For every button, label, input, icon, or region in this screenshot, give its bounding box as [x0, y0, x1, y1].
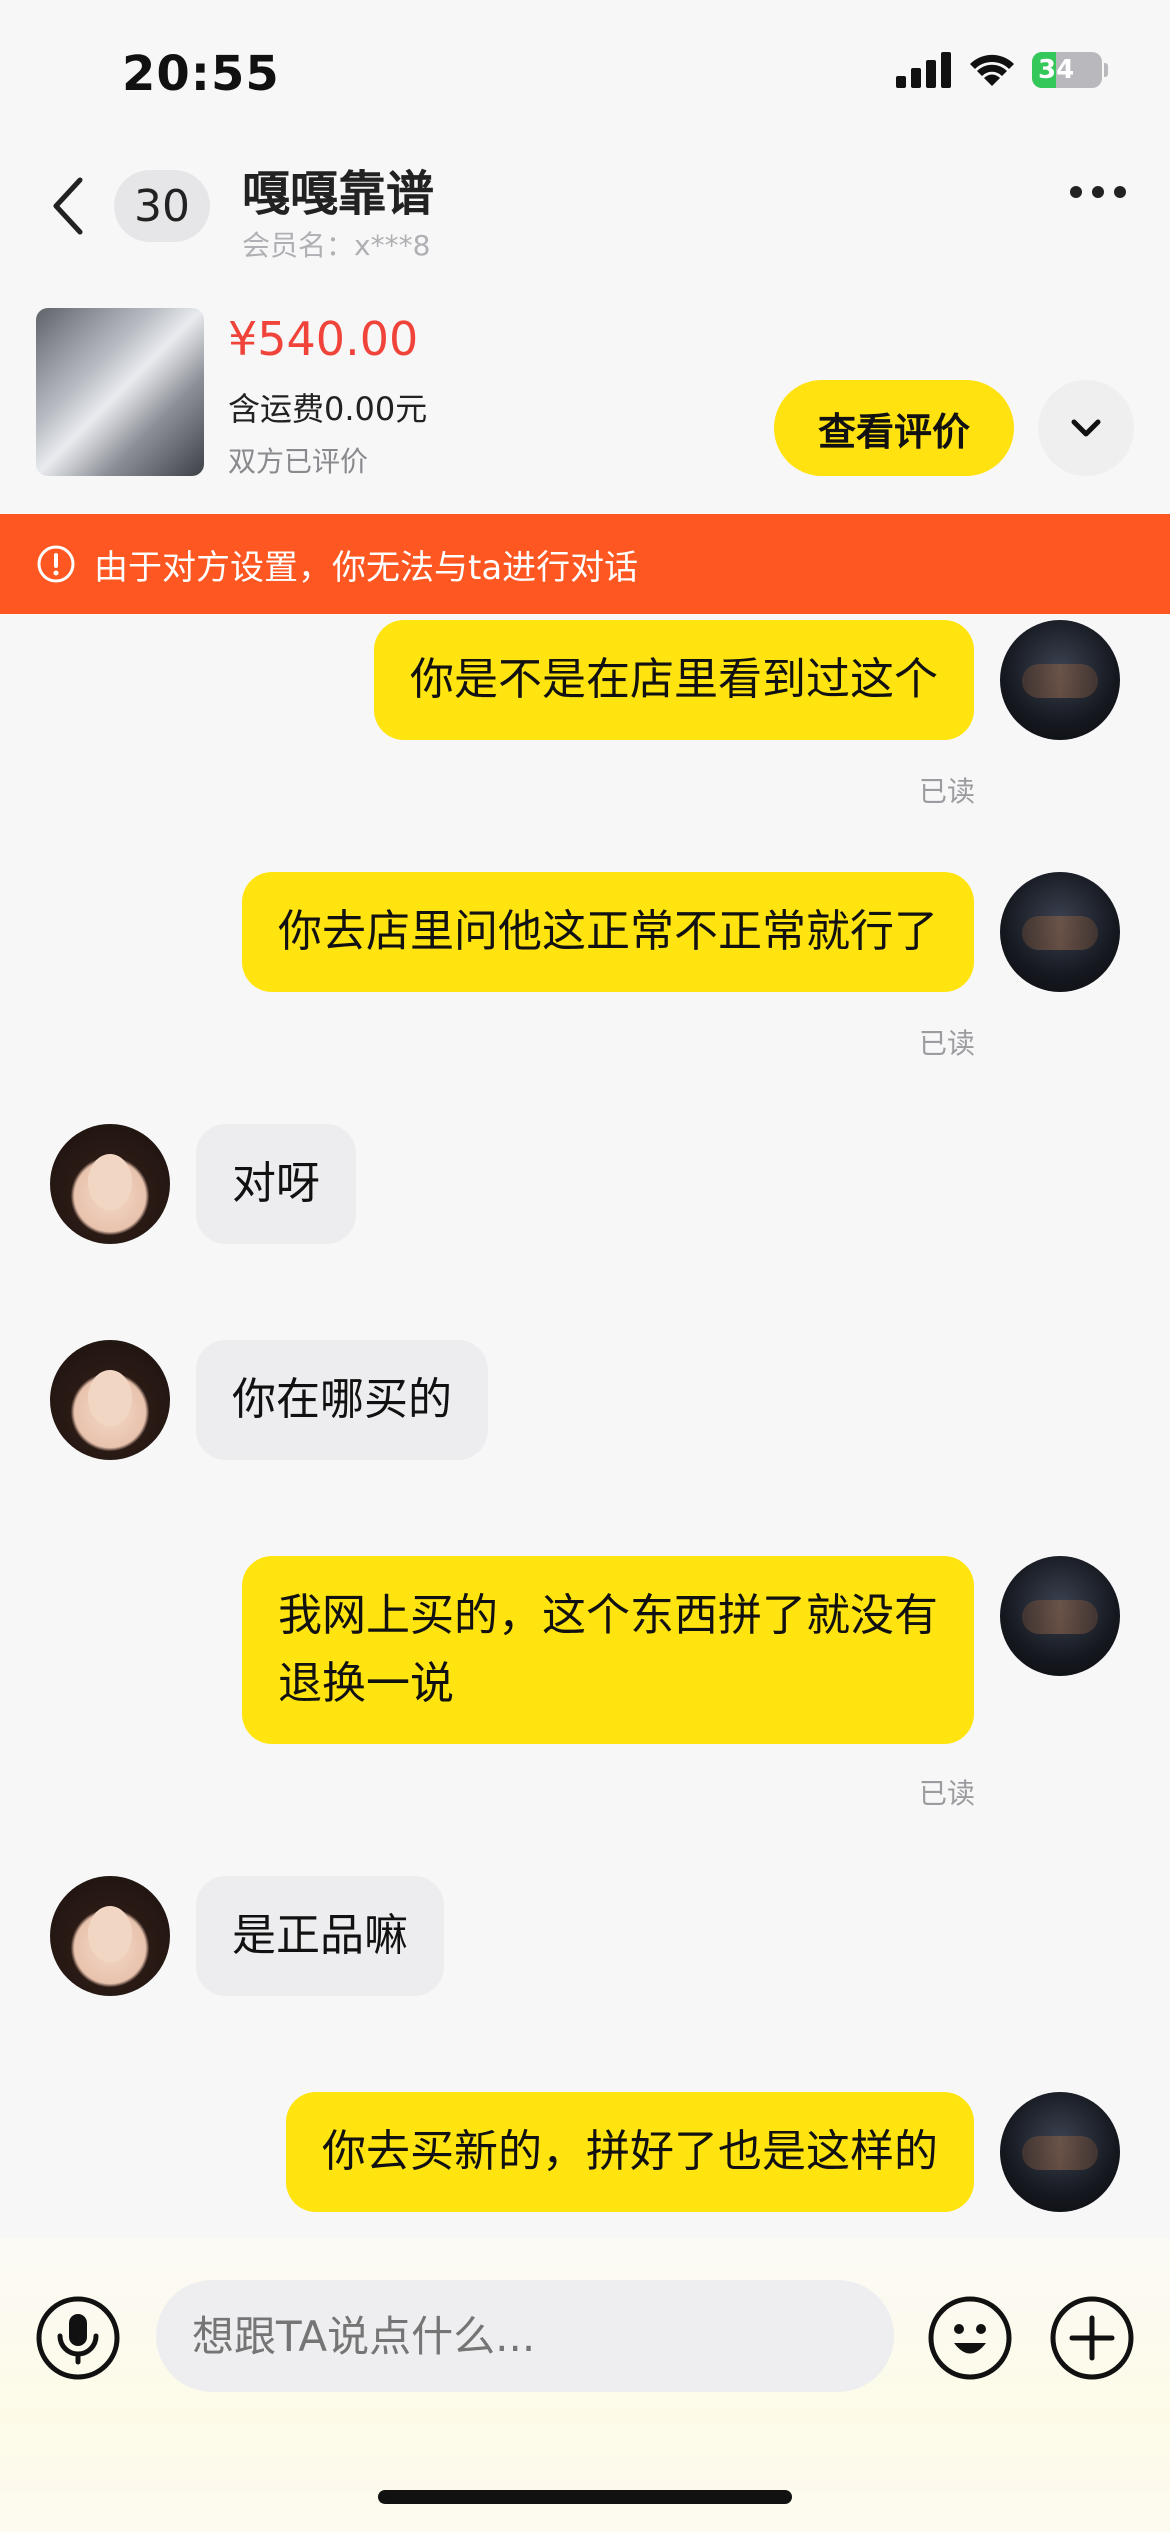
unread-count-badge[interactable]: 30: [114, 170, 210, 242]
notice-text: 由于对方设置，你无法与ta进行对话: [94, 547, 639, 588]
message-sent: 你去买新的，拼好了也是这样的: [286, 2092, 1120, 2212]
contact-avatar[interactable]: [50, 1340, 170, 1460]
message-received: 对呀: [50, 1124, 356, 1244]
expand-button[interactable]: [1038, 380, 1134, 476]
battery-icon: 34: [1032, 52, 1102, 88]
status-icons: 34: [896, 52, 1108, 88]
message-bubble[interactable]: 对呀: [196, 1124, 356, 1244]
message-sent: 你去店里问他这正常不正常就行了: [242, 872, 1120, 992]
contact-avatar[interactable]: [50, 1876, 170, 1996]
read-receipt: 已读: [918, 1027, 975, 1060]
plus-icon[interactable]: [1050, 2296, 1134, 2380]
shipping-fee: 含运费0.00元: [228, 390, 428, 428]
notice-banner: 由于对方设置，你无法与ta进行对话: [0, 514, 1170, 614]
my-avatar[interactable]: [1000, 620, 1120, 740]
member-name: 会员名：x***8: [242, 229, 431, 262]
read-receipt: 已读: [918, 775, 975, 808]
wifi-icon: [970, 54, 1014, 86]
alert-icon: [37, 545, 75, 583]
my-avatar[interactable]: [1000, 1556, 1120, 1676]
message-bubble[interactable]: 你在哪买的: [196, 1340, 488, 1460]
my-avatar[interactable]: [1000, 872, 1120, 992]
microphone-icon[interactable]: [36, 2296, 120, 2380]
home-indicator[interactable]: [378, 2490, 792, 2504]
product-thumbnail[interactable]: [36, 308, 204, 476]
back-icon[interactable]: [48, 176, 88, 236]
message-received: 是正品嘛: [50, 1876, 444, 1996]
message-sent: 我网上买的，这个东西拼了就没有 退换一说: [242, 1556, 1120, 1744]
message-bubble[interactable]: 我网上买的，这个东西拼了就没有 退换一说: [242, 1556, 974, 1744]
read-receipt: 已读: [918, 1777, 975, 1810]
message-received: 你在哪买的: [50, 1340, 488, 1460]
message-input[interactable]: [156, 2280, 894, 2392]
message-bubble[interactable]: 你去店里问他这正常不正常就行了: [242, 872, 974, 992]
review-status: 双方已评价: [228, 445, 369, 478]
chat-title: 嘎嘎靠谱: [242, 166, 435, 222]
battery-level: 34: [1038, 55, 1075, 85]
status-time: 20:55: [122, 46, 280, 102]
emoji-icon[interactable]: [928, 2296, 1012, 2380]
chevron-down-icon: [1071, 419, 1101, 437]
message-bubble[interactable]: 你是不是在店里看到过这个: [374, 620, 974, 740]
battery-tip: [1104, 63, 1108, 77]
view-reviews-button[interactable]: 查看评价: [774, 380, 1014, 476]
message-bubble[interactable]: 你去买新的，拼好了也是这样的: [286, 2092, 974, 2212]
signal-icon: [896, 52, 951, 88]
message-sent: 你是不是在店里看到过这个: [374, 620, 1120, 740]
my-avatar[interactable]: [1000, 2092, 1120, 2212]
more-icon[interactable]: [1070, 186, 1126, 198]
contact-avatar[interactable]: [50, 1124, 170, 1244]
message-bubble[interactable]: 是正品嘛: [196, 1876, 444, 1996]
product-price: ¥540.00: [228, 312, 419, 366]
